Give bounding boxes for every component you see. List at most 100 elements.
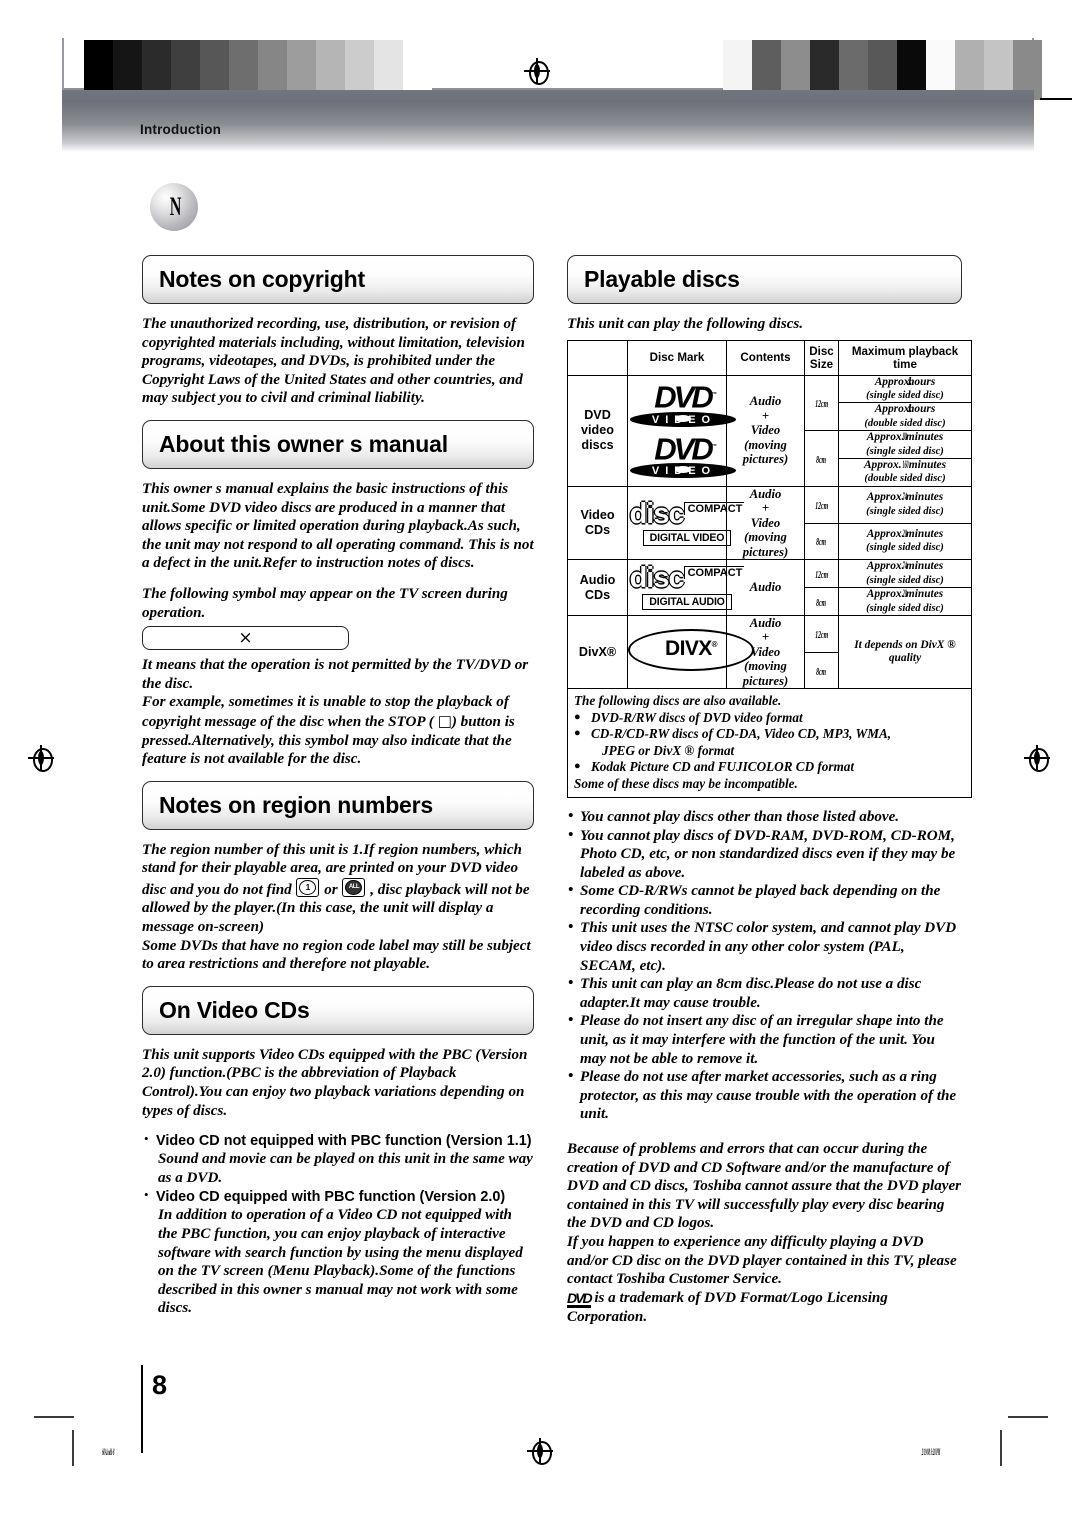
print-calibration-bar (0, 0, 1080, 152)
disc-size-cell: 8cm (804, 587, 839, 616)
playback-time-cell: Approx.20minutes (single sided disc) (838, 587, 972, 616)
prohibited-symbol-box: × (142, 626, 349, 651)
list-item: Video CD not equipped with PBC function … (142, 1131, 534, 1187)
table-body: DVD video discs DVD™ VIDEO DVD™ VIDEO Audio + Vid… (567, 374, 972, 690)
col-category (567, 339, 628, 376)
badge-glyph: N (169, 192, 181, 221)
heading-text: About this owner s manual (159, 430, 448, 457)
header-gradient (62, 90, 1034, 152)
disc-size-cell: 12cm (804, 485, 839, 524)
crop-tick-bottom-left (72, 1430, 74, 1466)
disc-category-cell: Video CDs (567, 485, 628, 561)
manual-paragraph-2: The following symbol may appear on the T… (142, 585, 508, 621)
disc-mark-cell-content: DVD™ VIDEO DVD™ VIDEO (628, 382, 736, 479)
bullet-body: In addition to operation of a Video CD n… (158, 1207, 523, 1317)
dvd-video-logo-icon: DVD™ VIDEO (628, 382, 740, 427)
disc-notes-list: You cannot play discs other than those l… (567, 807, 962, 1124)
playback-time-cell: It depends on DivX ® quality (838, 614, 972, 690)
disc-size-cell: 12cm (804, 559, 839, 589)
bullet-title: Video CD not equipped with PBC function … (156, 1133, 532, 1150)
section-heading-on-video-cds: On Video CDs (142, 985, 534, 1035)
registration-mark-left (28, 745, 54, 772)
table-footer-row: The following discs are also available. … (567, 688, 972, 798)
heading-text: On Video CDs (159, 996, 310, 1023)
region-code-all-icon: ALL (342, 877, 366, 897)
compact-disc-digital-audio-logo-icon: disc COMPACT DIGITAL AUDIO (629, 562, 745, 611)
disc-size-cell: 8cm (804, 651, 839, 690)
region-code-1-icon: 1 (296, 877, 320, 897)
list-item: Please do not insert any disc of an irre… (567, 1011, 962, 1068)
crop-mark-bottom-left (34, 1416, 74, 1418)
after-box-line-1: It means that the operation is not permi… (142, 657, 529, 692)
disc-category-cell: DVD video discs (567, 374, 628, 487)
list-item: You cannot play discs of DVD-RAM, DVD-RO… (567, 826, 962, 883)
list-item: You cannot play discs other than those l… (567, 807, 962, 827)
manual-paragraph-1: This owner s manual explains the basic i… (142, 480, 534, 572)
after-box-line-2: For example, sometimes it is unable to s… (142, 693, 534, 768)
col-disc-size: Disc Size (804, 339, 839, 376)
bullet-title: Video CD equipped with PBC function (Ver… (156, 1189, 506, 1206)
registration-mark-top (524, 58, 550, 85)
disc-mark-cell: DIVX® (627, 614, 754, 690)
disc-mark-cell: DVD™ VIDEO DVD™ VIDEO (627, 374, 736, 487)
video-cd-bullet-list: Video CD not equipped with PBC function … (142, 1131, 534, 1318)
crop-mark-top-right (1040, 98, 1072, 100)
page-number-rule (141, 1365, 144, 1453)
also-item: CD-R/CD-RW discs of CD-DA, Video CD, MP3… (574, 725, 965, 742)
also-available-cell: The following discs are also available. … (567, 688, 972, 798)
disc-size-cell: 8cm (804, 522, 839, 561)
crop-tick-left (62, 38, 64, 96)
disclaimer-paragraph-2: If you happen to experience any difficul… (567, 1233, 957, 1288)
disc-size-cell: 12cm (804, 614, 839, 653)
also-item-cont: JPEG or DivX ® format (602, 742, 735, 758)
left-column: Notes on copyright The unauthorized reco… (142, 255, 534, 1319)
list-item: Please do not use after market accessori… (567, 1067, 962, 1124)
playback-time-cell: Approx.80minutes (single sided disc) (838, 430, 972, 460)
disc-category-cell: Audio CDs (567, 559, 628, 616)
disc-mark-cell: disc COMPACT DIGITAL VIDEO (627, 485, 745, 561)
section-heading-notes-on-region-numbers: Notes on region numbers (142, 780, 534, 830)
list-item: This unit uses the NTSC color system, an… (567, 918, 962, 975)
table-header-row: Disc Mark Contents Disc Size Maximum pla… (567, 339, 972, 376)
stop-square-icon: □ (437, 711, 452, 730)
also-available-box: The following discs are also available. … (568, 689, 971, 796)
list-item: This unit can play an 8cm disc.Please do… (567, 974, 962, 1012)
page-number: 8 (152, 1370, 168, 1400)
running-head: Introduction (140, 122, 222, 137)
disc-size-cell: 8cm (804, 430, 839, 487)
also-tail: Some of these discs may be incompatible. (574, 775, 798, 791)
registration-mark-right (1024, 745, 1050, 772)
col-contents: Contents (726, 339, 805, 376)
divx-logo-icon: DIVX® (628, 628, 754, 671)
playback-time-cell: Approx.160minutes (double sided disc) (838, 458, 972, 487)
video-cd-paragraph: This unit supports Video CDs equipped wi… (142, 1046, 528, 1119)
disc-mark-cell: disc COMPACT DIGITAL AUDIO (627, 559, 745, 616)
dvd-video-logo-icon: DVD™ VIDEO (628, 433, 740, 479)
table-row: Video CDs disc COMPACT DIGITAL VIDEO Audio + Vi… (567, 485, 972, 561)
section-heading-playable-discs: Playable discs (567, 255, 962, 304)
table-row: Audio CDs disc COMPACT DIGITAL AUDIO Audio 12c… (567, 559, 972, 616)
playback-time-cell: Approx.74minutes (single sided disc) (838, 559, 972, 589)
disc-category-cell: DivX® (567, 614, 628, 690)
footer-slug-left: 60A.indb 8 (102, 1447, 115, 1457)
disc-size-cell: 12cm (804, 374, 839, 432)
dvd-logo-mini-icon: DVD (567, 1289, 593, 1308)
table-row: DivX® DIVX® Audio + Video (moving pictures) 12c… (567, 614, 972, 690)
section-heading-notes-on-copyright: Notes on copyright (142, 255, 534, 304)
also-item: Kodak Picture CD and FUJICOLOR CD format (574, 758, 965, 775)
trademark-text: is a trademark of DVD Format/Logo Licens… (567, 1289, 888, 1325)
also-item: DVD-R/RW discs of DVD video format (574, 709, 965, 726)
list-item: Video CD equipped with PBC function (Ver… (142, 1187, 534, 1318)
registration-mark-bottom (527, 1438, 553, 1465)
section-heading-about-this-owners-manual: About this owner s manual (142, 419, 534, 469)
heading-text: Playable discs (584, 266, 740, 292)
chapter-badge-icon: N (150, 183, 198, 231)
disclaimer-paragraph-1: Because of problems and errors that can … (567, 1141, 962, 1232)
heading-text: Notes on region numbers (159, 791, 433, 818)
col-max-playback: Maximum playback time (838, 339, 972, 376)
playback-time-cell: Approx.8hours (double sided disc) (838, 402, 972, 432)
also-lead: The following discs are also available. (574, 693, 782, 709)
table-row: DVD video discs DVD™ VIDEO DVD™ VIDEO Audio + Vid… (567, 374, 972, 487)
region-or-text: or (320, 881, 342, 898)
bullet-body: Sound and movie can be played on this un… (158, 1151, 533, 1186)
